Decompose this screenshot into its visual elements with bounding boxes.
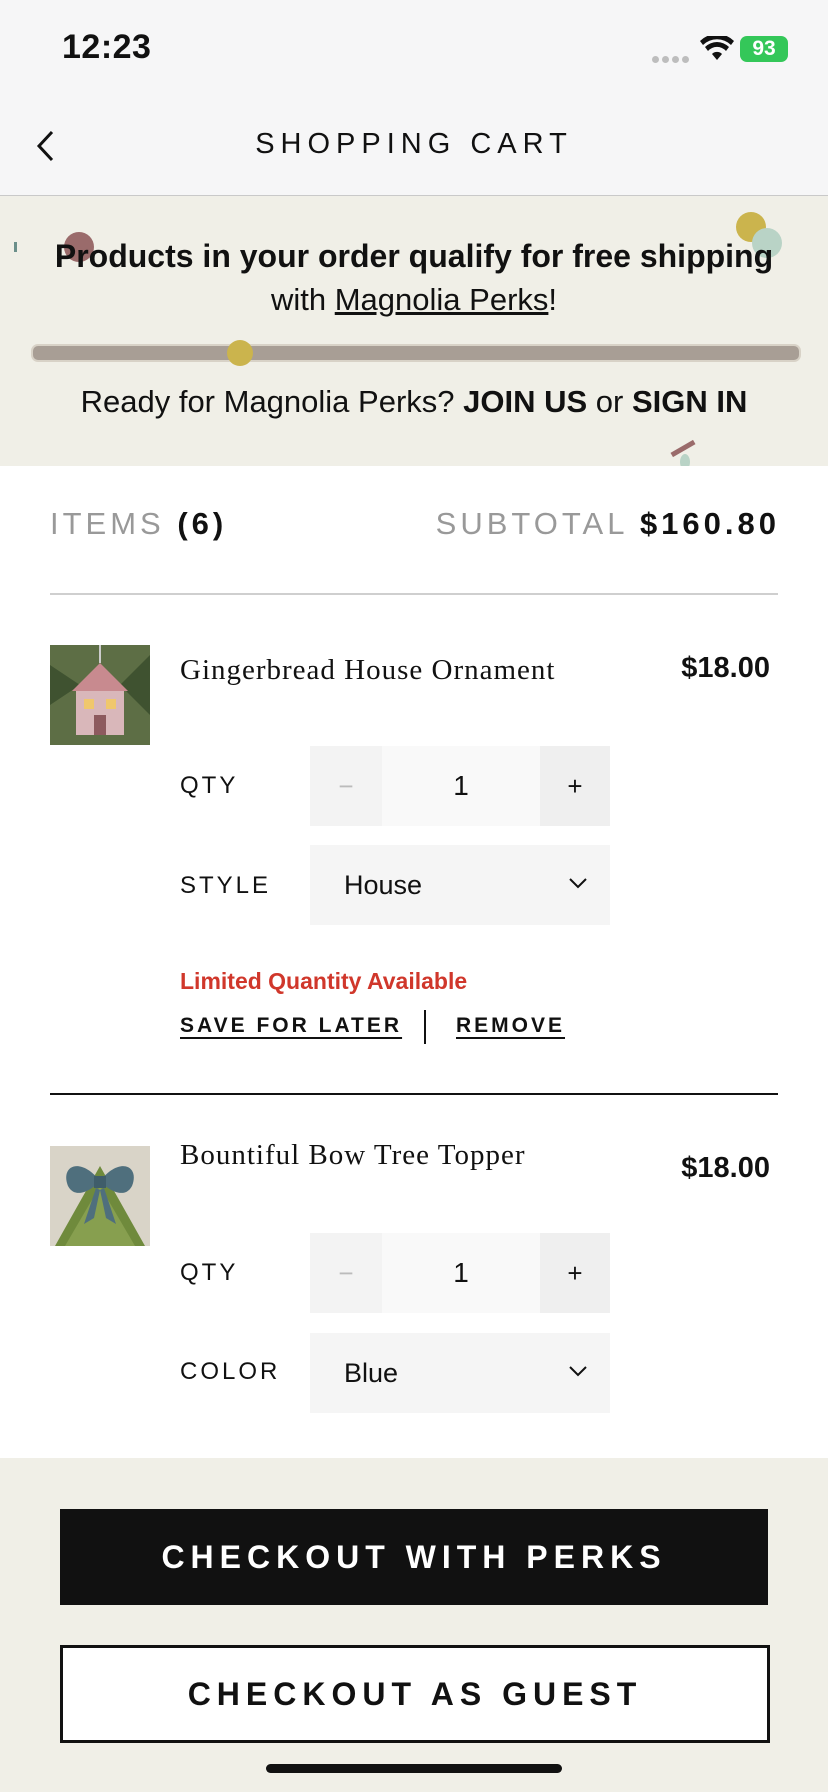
limited-quantity-notice: Limited Quantity Available xyxy=(180,968,468,994)
free-shipping-heading: Products in your order qualify for free … xyxy=(54,238,774,274)
divider xyxy=(50,1093,778,1095)
product-name[interactable]: Bountiful Bow Tree Topper xyxy=(180,1139,525,1172)
color-select-value: Blue xyxy=(344,1358,399,1388)
or-text: or xyxy=(587,384,632,419)
items-label: ITEMS xyxy=(50,506,165,541)
product-thumbnail-gingerbread[interactable] xyxy=(50,645,150,745)
cellular-signal-icon xyxy=(652,50,692,68)
promo-banner xyxy=(0,196,828,466)
page-title: SHOPPING CART xyxy=(255,128,573,160)
perks-prompt: Ready for Magnolia Perks? JOIN US or SIG… xyxy=(0,384,828,420)
status-time: 12:23 xyxy=(62,28,152,66)
quantity-stepper: − 1 + xyxy=(310,1233,610,1313)
qty-value[interactable]: 1 xyxy=(382,746,540,826)
perks-prompt-text: Ready for Magnolia Perks? xyxy=(80,384,464,419)
join-us-link[interactable]: JOIN US xyxy=(463,384,587,419)
with-text: with xyxy=(270,282,335,317)
increase-qty-button[interactable]: + xyxy=(540,1233,610,1313)
shipping-progress-bar xyxy=(31,340,801,366)
qty-label: QTY xyxy=(180,772,239,799)
color-select[interactable]: Blue xyxy=(310,1333,610,1413)
qty-value[interactable]: 1 xyxy=(382,1233,540,1313)
style-label: STYLE xyxy=(180,872,272,899)
confetti-dot xyxy=(680,454,690,466)
product-thumbnail-bow-topper[interactable] xyxy=(50,1146,150,1246)
exclamation: ! xyxy=(548,282,558,317)
subtotal-label: SUBTOTAL xyxy=(435,506,628,541)
product-price: $18.00 xyxy=(681,652,770,684)
subtotal-value: $160.80 xyxy=(639,506,780,541)
wifi-icon xyxy=(700,36,734,60)
items-count-value: (6) xyxy=(177,506,228,541)
sign-in-link[interactable]: SIGN IN xyxy=(632,384,747,419)
items-count: ITEMS (6) xyxy=(50,506,227,542)
style-select-value: House xyxy=(344,870,423,900)
quantity-stepper: − 1 + xyxy=(310,746,610,826)
checkout-with-perks-button[interactable]: CHECKOUT WITH PERKS xyxy=(60,1509,768,1605)
checkout-as-guest-button[interactable]: CHECKOUT AS GUEST xyxy=(60,1645,770,1743)
chevron-down-icon xyxy=(569,1366,587,1377)
progress-marker xyxy=(226,340,253,366)
color-label: COLOR xyxy=(180,1358,281,1385)
divider xyxy=(50,593,778,595)
increase-qty-button[interactable]: + xyxy=(540,746,610,826)
chevron-down-icon xyxy=(569,878,587,889)
free-shipping-subtext: with Magnolia Perks! xyxy=(0,282,828,318)
style-select[interactable]: House xyxy=(310,845,610,925)
decrease-qty-button[interactable]: − xyxy=(310,1233,382,1313)
save-for-later-link[interactable]: SAVE FOR LATER xyxy=(180,1014,402,1038)
battery-icon: 93 xyxy=(740,36,788,62)
magnolia-perks-link[interactable]: Magnolia Perks xyxy=(335,282,549,317)
home-indicator xyxy=(266,1764,562,1773)
subtotal: SUBTOTAL $160.80 xyxy=(436,506,780,542)
product-price: $18.00 xyxy=(681,1152,770,1184)
remove-link[interactable]: REMOVE xyxy=(456,1014,565,1038)
decrease-qty-button[interactable]: − xyxy=(310,746,382,826)
product-name[interactable]: Gingerbread House Ornament xyxy=(180,654,556,687)
link-separator xyxy=(424,1010,426,1044)
qty-label: QTY xyxy=(180,1259,239,1286)
